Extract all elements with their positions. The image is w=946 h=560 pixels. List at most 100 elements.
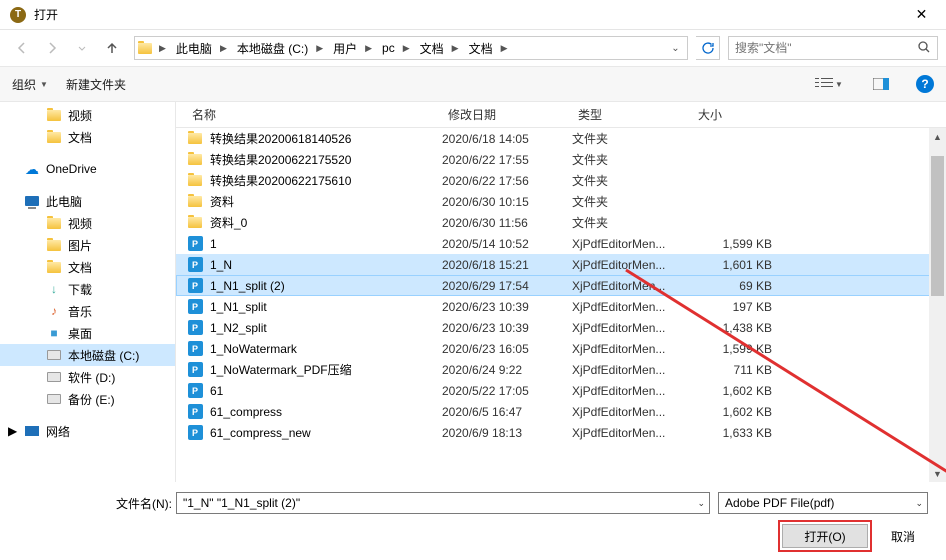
scroll-down[interactable]: ▼ xyxy=(929,465,946,482)
cancel-button[interactable]: 取消 xyxy=(878,524,928,548)
chevron-down-icon[interactable]: ⌄ xyxy=(697,498,705,509)
refresh-button[interactable] xyxy=(696,36,720,60)
file-rows[interactable]: 转换结果202006181405262020/6/18 14:05文件夹转换结果… xyxy=(176,128,946,482)
column-headers: 名称 修改日期 类型 大小 xyxy=(176,102,946,128)
table-row[interactable]: 资料2020/6/30 10:15文件夹 xyxy=(176,191,946,212)
sidebar-item[interactable]: ↓下载 xyxy=(0,278,175,300)
sidebar: 视频文档 ☁OneDrive 此电脑 视频图片文档↓下载♪音乐■桌面本地磁盘 (… xyxy=(0,102,176,482)
window-title: 打开 xyxy=(32,6,899,23)
table-row[interactable]: 转换结果202006221756102020/6/22 17:56文件夹 xyxy=(176,170,946,191)
sidebar-this-pc[interactable]: 此电脑 xyxy=(0,190,175,212)
table-row[interactable]: P612020/5/22 17:05XjPdfEditorMen...1,602… xyxy=(176,380,946,401)
sidebar-item[interactable]: 本地磁盘 (C:) xyxy=(0,344,175,366)
search-input[interactable] xyxy=(735,41,917,55)
bottom-panel: 文件名(N): "1_N" "1_N1_split (2)"⌄ Adobe PD… xyxy=(0,482,946,560)
header-type[interactable]: 类型 xyxy=(572,106,692,123)
folder-icon xyxy=(186,151,204,169)
filetype-select[interactable]: Adobe PDF File(pdf)⌄ xyxy=(718,492,928,514)
scrollbar[interactable]: ▲ ▼ xyxy=(929,128,946,482)
recent-dropdown[interactable] xyxy=(68,35,96,61)
table-row[interactable]: P1_N2020/6/18 15:21XjPdfEditorMen...1,60… xyxy=(176,254,946,275)
new-folder-button[interactable]: 新建文件夹 xyxy=(66,76,126,93)
breadcrumb-segment[interactable]: 文档 xyxy=(414,37,448,59)
pdf-icon: P xyxy=(186,277,204,295)
breadcrumb-segment[interactable]: 本地磁盘 (C:) xyxy=(231,37,312,59)
folder-icon xyxy=(186,130,204,148)
pdf-icon: P xyxy=(186,298,204,316)
table-row[interactable]: P1_NoWatermark_PDF压缩2020/6/24 9:22XjPdfE… xyxy=(176,359,946,380)
cloud-icon: ☁ xyxy=(24,161,40,177)
chevron-right-icon[interactable]: ▶ xyxy=(361,43,376,54)
header-name[interactable]: 名称 xyxy=(186,106,442,123)
sidebar-item[interactable]: ■桌面 xyxy=(0,322,175,344)
pc-icon xyxy=(24,193,40,209)
item-icon xyxy=(46,237,62,253)
pdf-icon: P xyxy=(186,256,204,274)
table-row[interactable]: 转换结果202006221755202020/6/22 17:55文件夹 xyxy=(176,149,946,170)
sidebar-item[interactable]: 软件 (D:) xyxy=(0,366,175,388)
sidebar-item[interactable]: 备份 (E:) xyxy=(0,388,175,410)
search-box[interactable] xyxy=(728,36,938,60)
breadcrumb-segment[interactable]: 用户 xyxy=(327,37,361,59)
sidebar-item[interactable]: 视频 xyxy=(0,212,175,234)
toolbar: 组织 ▼ 新建文件夹 ▼ ? xyxy=(0,66,946,102)
table-row[interactable]: 转换结果202006181405262020/6/18 14:05文件夹 xyxy=(176,128,946,149)
table-row[interactable]: P1_N2_split2020/6/23 10:39XjPdfEditorMen… xyxy=(176,317,946,338)
folder-icon xyxy=(186,214,204,232)
chevron-down-icon[interactable]: ⌄ xyxy=(915,498,923,509)
pdf-icon: P xyxy=(186,361,204,379)
header-date[interactable]: 修改日期 xyxy=(442,106,572,123)
sidebar-item[interactable]: ♪音乐 xyxy=(0,300,175,322)
path-dropdown[interactable]: ⌄ xyxy=(663,43,687,54)
close-button[interactable]: ✕ xyxy=(899,0,944,30)
forward-button[interactable] xyxy=(38,35,66,61)
back-button[interactable] xyxy=(8,35,36,61)
breadcrumb-segment[interactable]: 文档 xyxy=(463,37,497,59)
chevron-right-icon[interactable]: ▶ xyxy=(312,43,327,54)
item-icon: ♪ xyxy=(46,303,62,319)
breadcrumb-segment[interactable]: pc xyxy=(376,37,399,59)
folder-icon xyxy=(46,107,62,123)
table-row[interactable]: P1_N1_split2020/6/23 10:39XjPdfEditorMen… xyxy=(176,296,946,317)
table-row[interactable]: P12020/5/14 10:52XjPdfEditorMen...1,599 … xyxy=(176,233,946,254)
table-row[interactable]: P1_N1_split (2)2020/6/29 17:54XjPdfEdito… xyxy=(176,275,946,296)
organize-button[interactable]: 组织 ▼ xyxy=(12,76,48,93)
view-button[interactable]: ▼ xyxy=(812,72,846,96)
navbar: ▶ 此电脑▶本地磁盘 (C:)▶用户▶pc▶文档▶文档▶ ⌄ xyxy=(0,30,946,66)
open-button[interactable]: 打开(O) xyxy=(782,524,868,548)
expand-icon[interactable]: ▶ xyxy=(8,424,17,438)
sidebar-network[interactable]: 网络 xyxy=(0,420,175,442)
item-icon: ↓ xyxy=(46,281,62,297)
breadcrumb-segment[interactable]: 此电脑 xyxy=(170,37,216,59)
chevron-right-icon[interactable]: ▶ xyxy=(448,43,463,54)
preview-pane-button[interactable] xyxy=(864,72,898,96)
sidebar-onedrive[interactable]: ☁OneDrive xyxy=(0,158,175,180)
table-row[interactable]: P61_compress2020/6/5 16:47XjPdfEditorMen… xyxy=(176,401,946,422)
chevron-right-icon[interactable]: ▶ xyxy=(155,43,170,54)
help-button[interactable]: ? xyxy=(916,75,934,93)
chevron-right-icon[interactable]: ▶ xyxy=(216,43,231,54)
network-icon xyxy=(24,423,40,439)
item-icon: ■ xyxy=(46,325,62,341)
folder-icon xyxy=(186,193,204,211)
sidebar-item[interactable]: 文档 xyxy=(0,256,175,278)
pdf-icon: P xyxy=(186,235,204,253)
sidebar-item[interactable]: 视频 xyxy=(0,104,175,126)
scroll-thumb[interactable] xyxy=(931,156,944,296)
up-button[interactable] xyxy=(98,35,126,61)
table-row[interactable]: P61_compress_new2020/6/9 18:13XjPdfEdito… xyxy=(176,422,946,443)
search-icon[interactable] xyxy=(917,40,931,57)
filename-input[interactable]: "1_N" "1_N1_split (2)"⌄ xyxy=(176,492,710,514)
sidebar-item[interactable]: 文档 xyxy=(0,126,175,148)
chevron-right-icon[interactable]: ▶ xyxy=(497,43,512,54)
pdf-icon: P xyxy=(186,403,204,421)
chevron-right-icon[interactable]: ▶ xyxy=(399,43,414,54)
table-row[interactable]: P1_NoWatermark2020/6/23 16:05XjPdfEditor… xyxy=(176,338,946,359)
header-size[interactable]: 大小 xyxy=(692,106,792,123)
scroll-up[interactable]: ▲ xyxy=(929,128,946,145)
table-row[interactable]: 资料_02020/6/30 11:56文件夹 xyxy=(176,212,946,233)
sidebar-item[interactable]: 图片 xyxy=(0,234,175,256)
pdf-icon: P xyxy=(186,382,204,400)
breadcrumb[interactable]: ▶ 此电脑▶本地磁盘 (C:)▶用户▶pc▶文档▶文档▶ ⌄ xyxy=(134,36,688,60)
item-icon xyxy=(46,347,62,363)
